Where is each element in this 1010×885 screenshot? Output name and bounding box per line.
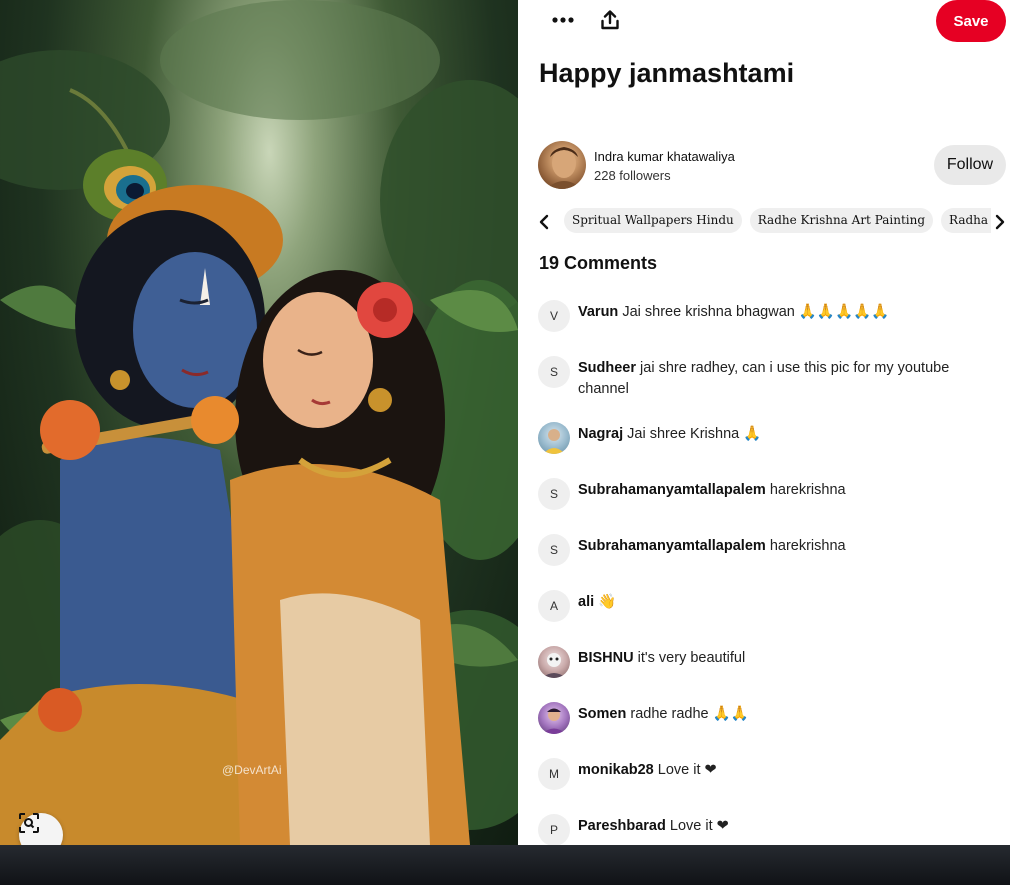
comment-body: Sudheer jai shre radhey, can i use this … (578, 358, 998, 400)
related-tags: Spritual Wallpapers Hindu Radhe Krishna … (532, 208, 1010, 236)
tags-scroll-left-button[interactable] (534, 210, 554, 234)
comment-author[interactable]: ali (578, 594, 594, 610)
os-taskbar (0, 845, 1010, 885)
commenter-avatar[interactable]: S (538, 534, 570, 566)
commenter-avatar[interactable]: P (538, 814, 570, 845)
comments-list: V Varun Jai shree krishna bhagwan 🙏🙏🙏🙏🙏 … (538, 300, 1008, 845)
comment-body: Subrahamanyamtallapalem harekrishna (578, 536, 998, 557)
comment-text: harekrishna (769, 482, 846, 498)
comment-item: BISHNU it's very beautiful (538, 646, 1008, 702)
commenter-avatar[interactable]: S (538, 356, 570, 388)
comment-item: S Subrahamanyamtallapalem harekrishna (538, 534, 1008, 590)
visual-search-icon (19, 813, 39, 833)
creator-followers: 228 followers (594, 168, 671, 183)
comment-item: A ali 👋 (538, 590, 1008, 646)
comment-body: ali 👋 (578, 592, 998, 613)
tags-track: Spritual Wallpapers Hindu Radhe Krishna … (564, 208, 991, 233)
comment-text: it's very beautiful (637, 650, 746, 666)
creator-name[interactable]: Indra kumar khatawaliya (594, 149, 735, 164)
comment-item: S Sudheer jai shre radhey, can i use thi… (538, 356, 1008, 422)
comment-text: Jai shree krishna bhagwan 🙏🙏🙏🙏🙏 (622, 304, 890, 320)
comment-author[interactable]: Subrahamanyamtallapalem (578, 538, 766, 554)
comment-body: Somen radhe radhe 🙏🙏 (578, 704, 998, 725)
follow-button[interactable]: Follow (934, 145, 1006, 185)
more-options-button[interactable] (545, 4, 581, 36)
comment-text: 👋 (598, 594, 617, 610)
commenter-avatar[interactable]: M (538, 758, 570, 790)
tags-viewport: Spritual Wallpapers Hindu Radhe Krishna … (564, 208, 991, 236)
comment-author[interactable]: BISHNU (578, 650, 634, 666)
comment-text: harekrishna (769, 538, 846, 554)
comment-body: Subrahamanyamtallapalem harekrishna (578, 480, 998, 501)
pin-image[interactable]: @DevArtAi (0, 0, 518, 845)
commenter-avatar[interactable] (538, 646, 570, 678)
comment-text: Jai shree Krishna 🙏 (627, 426, 762, 442)
comment-author[interactable]: Pareshbarad (578, 818, 666, 834)
comment-item: P Pareshbarad Love it ❤ (538, 814, 1008, 845)
comment-body: monikab28 Love it ❤ (578, 760, 998, 781)
comment-body: Nagraj Jai shree Krishna 🙏 (578, 424, 998, 445)
pin-title: Happy janmashtami (539, 58, 795, 88)
comment-author[interactable]: Varun (578, 304, 618, 320)
creator-section: Indra kumar khatawaliya 228 followers Fo… (538, 141, 1008, 189)
comment-author[interactable]: Nagraj (578, 426, 623, 442)
comment-body: Pareshbarad Love it ❤ (578, 816, 998, 837)
chevron-left-icon (539, 214, 549, 230)
pin-artwork (0, 0, 518, 845)
commenter-avatar[interactable]: A (538, 590, 570, 622)
comment-author[interactable]: Sudheer (578, 360, 636, 376)
commenter-avatar[interactable] (538, 702, 570, 734)
share-upload-icon (601, 10, 619, 30)
comment-item: M monikab28 Love it ❤ (538, 758, 1008, 814)
save-button[interactable]: Save (936, 0, 1006, 42)
pin-closeup-page: @DevArtAi Save Happy janmashtami Indra k… (0, 0, 1010, 885)
comment-author[interactable]: monikab28 (578, 762, 654, 778)
image-watermark: @DevArtAi (222, 763, 282, 777)
comment-body: BISHNU it's very beautiful (578, 648, 998, 669)
share-button[interactable] (592, 4, 628, 36)
comment-body: Varun Jai shree krishna bhagwan 🙏🙏🙏🙏🙏 (578, 302, 998, 323)
commenter-photo (543, 429, 565, 454)
comment-item: S Subrahamanyamtallapalem harekrishna (538, 478, 1008, 534)
creator-avatar-image (546, 147, 582, 189)
comments-heading: 19 Comments (539, 253, 658, 273)
pin-details-panel: Save Happy janmashtami Indra kumar khata… (518, 0, 1010, 845)
commenter-photo (542, 708, 566, 734)
commenter-photo (542, 653, 566, 678)
chevron-right-icon (995, 214, 1005, 230)
commenter-avatar[interactable]: S (538, 478, 570, 510)
tag-chip[interactable]: Radha Krishna Images (941, 208, 991, 233)
comment-text: radhe radhe 🙏🙏 (630, 706, 749, 722)
more-horizontal-icon (552, 17, 574, 23)
comment-author[interactable]: Subrahamanyamtallapalem (578, 482, 766, 498)
comment-text: Love it ❤ (669, 818, 729, 834)
comment-text: Love it ❤ (657, 762, 717, 778)
tags-scroll-right-button[interactable] (990, 210, 1010, 234)
comment-item: Somen radhe radhe 🙏🙏 (538, 702, 1008, 758)
tag-chip[interactable]: Spritual Wallpapers Hindu (564, 208, 742, 233)
tag-chip[interactable]: Radhe Krishna Art Painting (749, 208, 934, 233)
comment-item: Nagraj Jai shree Krishna 🙏 (538, 422, 1008, 478)
comment-author[interactable]: Somen (578, 706, 626, 722)
commenter-avatar[interactable] (538, 422, 570, 454)
comment-item: V Varun Jai shree krishna bhagwan 🙏🙏🙏🙏🙏 (538, 300, 1008, 356)
creator-avatar[interactable] (538, 141, 586, 189)
commenter-avatar[interactable]: V (538, 300, 570, 332)
